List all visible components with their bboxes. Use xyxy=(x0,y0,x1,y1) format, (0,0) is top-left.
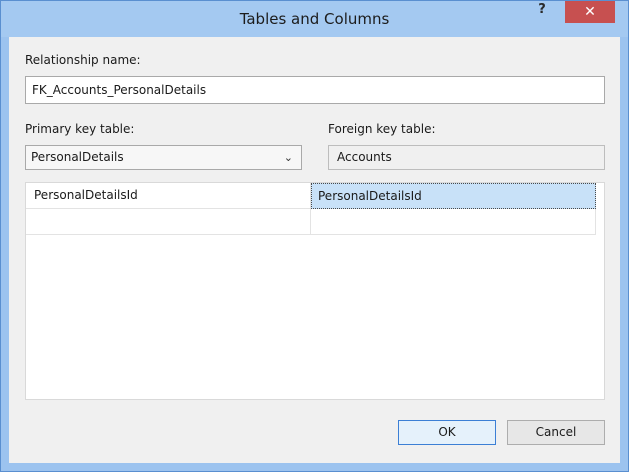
chevron-down-icon: ⌄ xyxy=(283,151,293,164)
foreign-column-name: PersonalDetailsId xyxy=(318,189,422,203)
relationship-name-value: FK_Accounts_PersonalDetails xyxy=(32,83,207,97)
foreign-key-table-field: Accounts xyxy=(328,145,605,170)
column-mapping-grid: PersonalDetailsId PersonalDetailsId xyxy=(25,182,605,400)
help-button[interactable]: ? xyxy=(525,1,559,22)
close-button[interactable]: ✕ xyxy=(565,1,615,23)
primary-key-table-selected: PersonalDetails xyxy=(31,150,124,164)
table-row-1-foreign-cell[interactable]: PersonalDetailsId xyxy=(311,183,596,209)
relationship-name-label-text: Relationship name: xyxy=(25,53,141,67)
table-row-2-foreign-cell[interactable] xyxy=(311,209,596,235)
relationship-name-input[interactable]: FK_Accounts_PersonalDetails xyxy=(25,76,605,104)
cancel-button-label: Cancel xyxy=(535,425,577,439)
ok-button[interactable]: OK xyxy=(398,420,496,445)
foreign-key-table-label-text: Foreign key table: xyxy=(328,122,436,136)
table-row-2-primary-cell[interactable] xyxy=(26,209,311,235)
dialog-body: Relationship name: FK_Accounts_PersonalD… xyxy=(9,37,620,463)
primary-key-table-label: Primary key table: xyxy=(25,122,134,136)
dialog-window: Tables and Columns ? ✕ Relationship name… xyxy=(0,0,629,472)
title-bar: Tables and Columns ? ✕ xyxy=(1,1,628,37)
table-row-1-primary-cell[interactable]: PersonalDetailsId xyxy=(26,183,311,209)
primary-key-table-dropdown[interactable]: PersonalDetails ⌄ xyxy=(25,145,302,170)
relationship-name-label: Relationship name: xyxy=(25,53,141,67)
foreign-key-table-label: Foreign key table: xyxy=(328,122,436,136)
foreign-key-table-value: Accounts xyxy=(337,150,392,164)
ok-button-label: OK xyxy=(438,425,456,439)
cancel-button[interactable]: Cancel xyxy=(507,420,605,445)
primary-column-name: PersonalDetailsId xyxy=(34,188,138,202)
close-icon: ✕ xyxy=(584,4,596,20)
primary-key-table-label-text: Primary key table: xyxy=(25,122,135,136)
help-icon: ? xyxy=(538,2,546,17)
